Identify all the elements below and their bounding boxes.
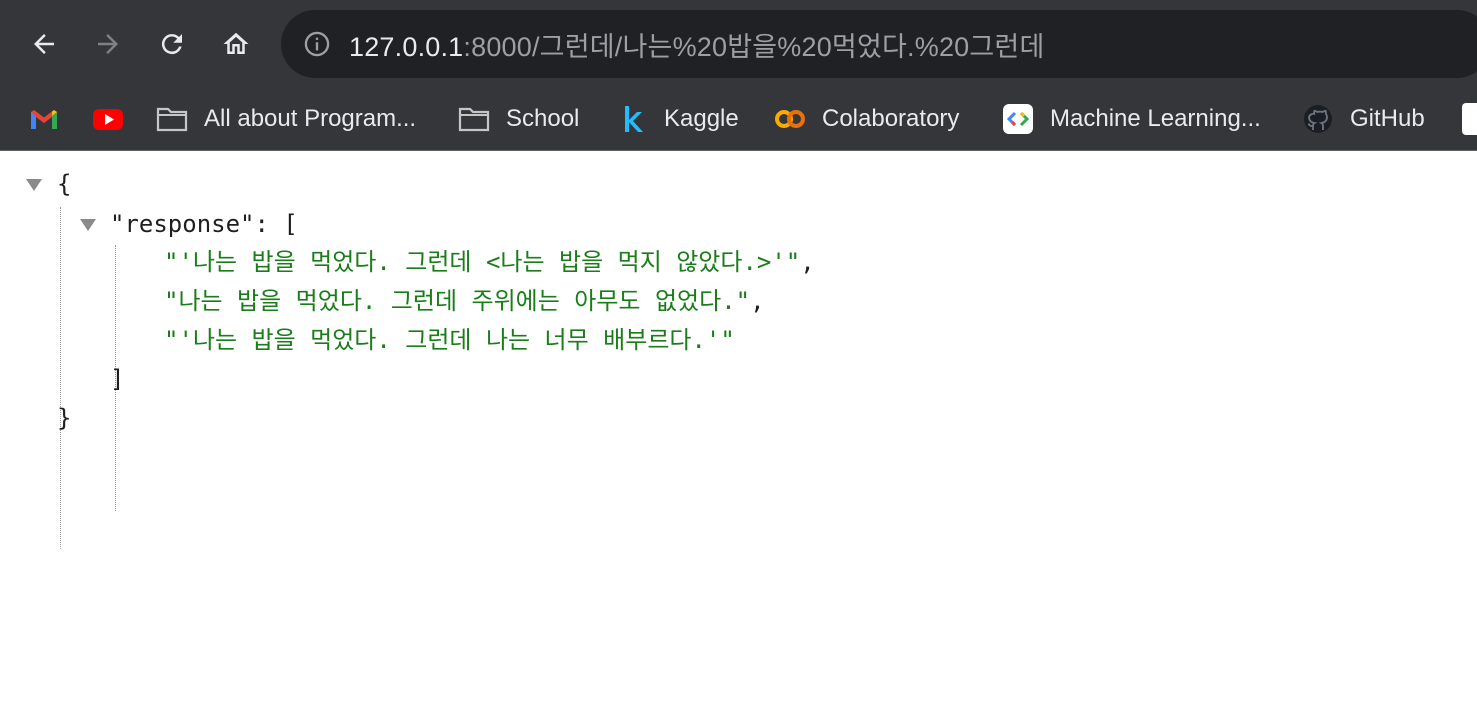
json-open-brace: { [57, 170, 72, 198]
bookmark-truncated[interactable] [1462, 88, 1477, 150]
bookmark-github[interactable]: GitHub [1302, 88, 1425, 150]
json-comma: , [750, 287, 765, 315]
bookmark-colaboratory[interactable]: Colaboratory [774, 88, 959, 150]
forward-button[interactable] [86, 22, 130, 66]
back-arrow-icon [34, 34, 54, 54]
github-icon [1302, 103, 1334, 135]
collapse-toggle-icon[interactable] [80, 219, 96, 231]
bookmark-partial-icon [1462, 103, 1477, 135]
bookmark-machine-learning[interactable]: Machine Learning... [1002, 88, 1261, 150]
site-info-icon[interactable] [303, 30, 331, 58]
bookmark-kaggle[interactable]: Kaggle [616, 88, 739, 150]
json-string-value: "'나는 밥을 먹었다. 그런데 나는 너무 배부르다.'" [164, 326, 735, 354]
bookmarks-bar: All about Program... School Kaggle Colab… [0, 88, 1477, 151]
json-key: "response" [110, 210, 255, 238]
back-button[interactable] [22, 22, 66, 66]
forward-arrow-icon [98, 34, 118, 54]
bookmark-gmail[interactable] [28, 88, 76, 150]
json-string-value: "'나는 밥을 먹었다. 그런데 <나는 밥을 먹지 않았다.>'" [164, 248, 801, 276]
bookmark-folder-programming[interactable]: All about Program... [156, 88, 416, 150]
reload-button[interactable] [150, 22, 194, 66]
bookmark-label: Kaggle [664, 105, 739, 132]
json-close-brace: } [57, 404, 72, 432]
colab-icon [774, 103, 806, 135]
kaggle-icon [616, 103, 648, 135]
folder-icon [458, 103, 490, 135]
bookmark-youtube[interactable] [92, 88, 140, 150]
json-array-item: "'나는 밥을 먹었다. 그런데 나는 너무 배부르다.'" [164, 321, 735, 360]
url-host: 127.0.0.1 [349, 31, 464, 62]
folder-icon [156, 103, 188, 135]
google-developers-icon [1002, 103, 1034, 135]
youtube-icon [92, 103, 124, 135]
reload-icon [161, 34, 182, 55]
bookmark-label: Machine Learning... [1050, 105, 1261, 132]
home-icon [223, 32, 249, 54]
json-array-item: "'나는 밥을 먹었다. 그런데 <나는 밥을 먹지 않았다.>'", [164, 243, 815, 282]
url-path: :8000/그런데/나는%20밥을%20먹었다.%20그런데 [463, 31, 1045, 62]
home-button[interactable] [214, 22, 258, 66]
bookmark-label: GitHub [1350, 105, 1425, 132]
json-key-line: "response": [ [110, 205, 298, 244]
json-array-close: ] [110, 365, 125, 393]
bookmark-label: Colaboratory [822, 105, 960, 132]
json-comma: , [800, 248, 815, 276]
gmail-icon [28, 103, 60, 135]
bookmark-folder-school[interactable]: School [458, 88, 579, 150]
json-string-value: "나는 밥을 먹었다. 그런데 주위에는 아무도 없었다." [164, 287, 751, 315]
indent-guide [60, 207, 61, 549]
address-bar[interactable]: 127.0.0.1:8000/그런데/나는%20밥을%20먹었다.%20그런데 [281, 10, 1477, 78]
bookmark-label: All about Program... [204, 105, 417, 132]
url-text[interactable]: 127.0.0.1:8000/그런데/나는%20밥을%20먹었다.%20그런데 [349, 25, 1045, 64]
json-array-item: "나는 밥을 먹었다. 그런데 주위에는 아무도 없었다.", [164, 282, 765, 321]
bookmark-label: School [506, 105, 580, 132]
browser-toolbar: 127.0.0.1:8000/그런데/나는%20밥을%20먹었다.%20그런데 [0, 0, 1477, 88]
json-array-open: : [ [254, 210, 298, 238]
collapse-toggle-icon[interactable] [26, 179, 42, 191]
